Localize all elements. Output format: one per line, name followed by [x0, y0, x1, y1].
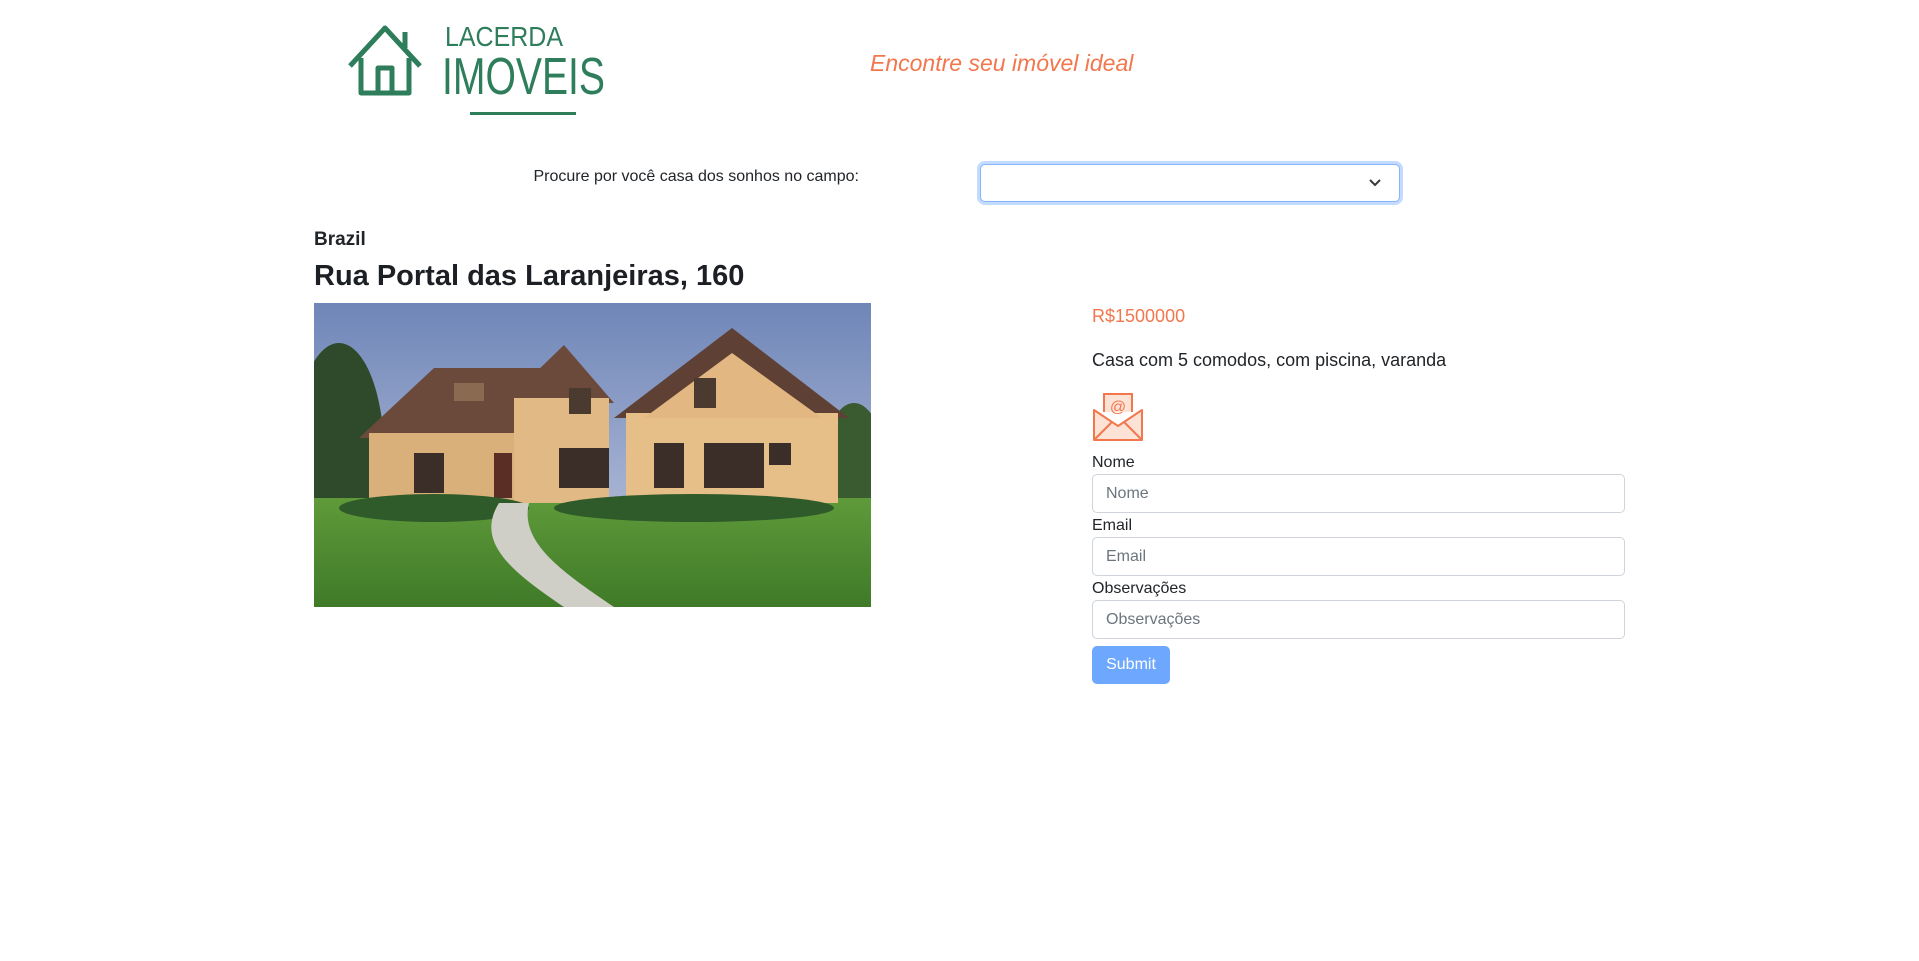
logo-text-bottom: IMOVEIS — [442, 48, 605, 106]
observacoes-label: Observações — [1092, 580, 1187, 597]
listing-price: R$1500000 — [1092, 306, 1186, 326]
name-label: Nome — [1092, 454, 1135, 471]
email-envelope-icon: @ — [1092, 390, 1144, 442]
listing-address: Rua Portal das Laranjeiras, 160 — [314, 260, 745, 292]
email-field[interactable] — [1092, 537, 1625, 576]
chevron-down-icon — [1369, 179, 1381, 187]
site-logo[interactable]: LACERDA IMOVEIS — [345, 18, 625, 120]
tagline: Encontre seu imóvel ideal — [870, 50, 1134, 76]
name-field[interactable] — [1092, 474, 1625, 513]
logo-underline — [470, 112, 576, 115]
listing-description: Casa com 5 comodos, com piscina, varanda — [1092, 350, 1447, 370]
email-label: Email — [1092, 517, 1133, 534]
listing-country: Brazil — [314, 229, 366, 250]
search-label: Procure por você casa dos sonhos no camp… — [533, 168, 859, 185]
observacoes-field[interactable] — [1092, 600, 1625, 639]
svg-text:@: @ — [1110, 399, 1126, 416]
location-select[interactable] — [980, 164, 1400, 202]
house-photo — [314, 303, 871, 607]
house-icon — [348, 25, 422, 96]
submit-button[interactable]: Submit — [1092, 646, 1170, 684]
